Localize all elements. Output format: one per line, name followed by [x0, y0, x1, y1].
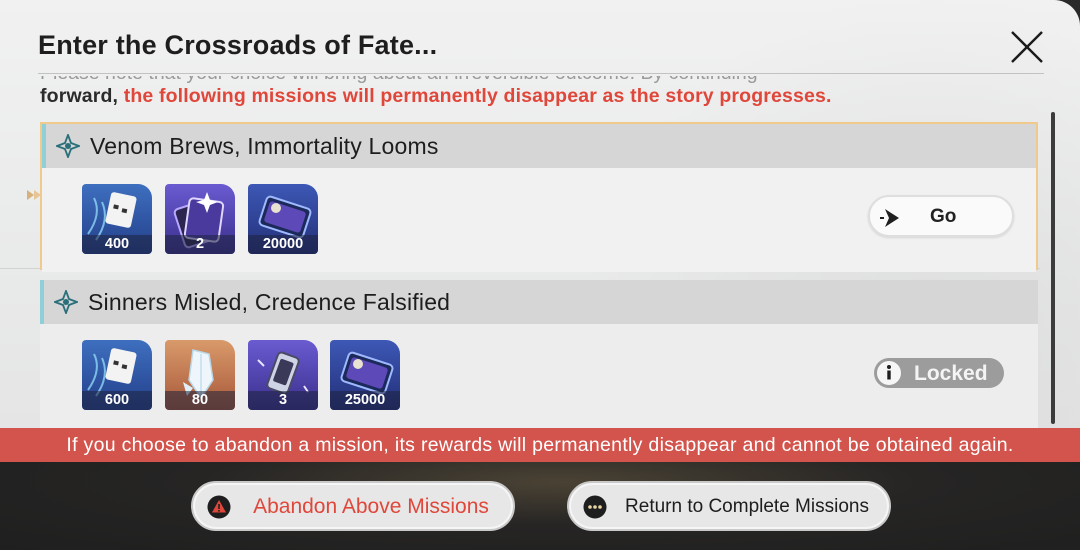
reward-count: 80 [165, 391, 235, 410]
return-to-missions-button[interactable]: Return to Complete Missions [567, 481, 891, 531]
mission-title: Sinners Misled, Credence Falsified [88, 289, 451, 315]
go-button[interactable]: Go [868, 195, 1014, 237]
crossroads-dialog: Enter the Crossroads of Fate... Please n… [0, 0, 1080, 428]
info-icon [877, 361, 901, 385]
mission-card-venom-brews[interactable]: Venom Brews, Immortality Looms 400 2 200… [40, 122, 1038, 272]
locked-status-badge[interactable]: Locked [874, 358, 1004, 388]
abandon-button-label: Abandon Above Missions [253, 495, 489, 518]
close-icon [1011, 31, 1043, 63]
dialog-title: Enter the Crossroads of Fate... [38, 30, 438, 60]
mission-star-icon [54, 290, 78, 314]
mission-star-icon [56, 134, 80, 158]
reward-count: 25000 [330, 391, 400, 410]
mission-rewards-row: 600 80 3 25000 Locked [40, 324, 1038, 428]
go-button-label: Go [930, 206, 957, 227]
reward-item[interactable]: 3 [248, 340, 318, 410]
mission-header: Sinners Misled, Credence Falsified [40, 280, 1038, 324]
reward-item[interactable]: 400 [82, 184, 152, 254]
return-button-label: Return to Complete Missions [625, 496, 869, 517]
abandon-missions-button[interactable]: Abandon Above Missions [191, 481, 515, 531]
reward-count: 600 [82, 391, 152, 410]
reward-item[interactable]: 20000 [248, 184, 318, 254]
scrollbar[interactable] [1051, 112, 1055, 424]
go-arrow-icon [880, 209, 899, 227]
locked-label: Locked [914, 362, 988, 385]
notice-lead: forward, [40, 85, 124, 107]
reward-item[interactable]: 600 [82, 340, 152, 410]
warning-triangle-icon [207, 495, 231, 519]
mission-title: Venom Brews, Immortality Looms [90, 133, 439, 159]
reward-count: 400 [82, 235, 152, 254]
notice-warning: the following missions will permanently … [123, 85, 832, 107]
reward-item[interactable]: 80 [165, 340, 235, 410]
mission-rewards-row: 400 2 20000 Go [42, 168, 1036, 272]
bottom-backdrop [0, 462, 1080, 550]
reward-count: 2 [165, 235, 235, 254]
reward-item[interactable]: 25000 [330, 340, 400, 410]
notice-partial-line: Please note that your choice will bring … [40, 76, 758, 85]
abandon-warning-banner: If you choose to abandon a mission, its … [0, 428, 1080, 462]
mission-header: Venom Brews, Immortality Looms [42, 124, 1036, 168]
reward-count: 3 [248, 391, 318, 410]
notice-text: forward, the following missions will per… [40, 85, 832, 108]
reward-count: 20000 [248, 235, 318, 254]
title-divider [38, 73, 1044, 74]
close-button[interactable] [1006, 26, 1048, 68]
more-dots-icon [583, 495, 607, 519]
mission-card-sinners-misled[interactable]: Sinners Misled, Credence Falsified 600 8… [40, 280, 1038, 428]
reward-item[interactable]: 2 [165, 184, 235, 254]
missions-scroll-area[interactable]: Please note that your choice will bring … [0, 76, 1040, 428]
